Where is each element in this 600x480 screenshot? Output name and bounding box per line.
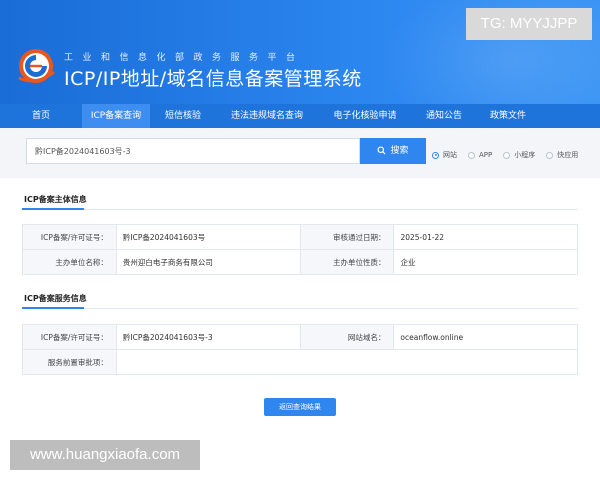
radio-dot-icon bbox=[546, 151, 554, 159]
organizer-type-value: 企业 bbox=[393, 249, 578, 275]
search-input[interactable] bbox=[26, 138, 360, 164]
organizer-type-label: 主办单位性质： bbox=[299, 249, 395, 275]
website-domain-label: 网站域名： bbox=[299, 324, 395, 350]
nav-item-home[interactable]: 首页 bbox=[0, 104, 82, 128]
nav-item-icp-query[interactable]: ICP备案查询 bbox=[82, 104, 150, 128]
radio-dot-icon bbox=[468, 151, 475, 159]
service-info-table: ICP备案/许可证号： 黔ICP备2024041603号-3 网站域名： oce… bbox=[22, 324, 579, 375]
watermark-bottom: www.huangxiaofa.com bbox=[10, 440, 200, 470]
approval-date-label: 审核通过日期： bbox=[299, 224, 395, 250]
table-row: ICP备案/许可证号： 黔ICP备2024041603号 审核通过日期： 202… bbox=[22, 224, 578, 250]
table-row: 主办单位名称： 贵州迎白电子商务有限公司 主办单位性质： 企业 bbox=[22, 249, 578, 275]
service-section-divider bbox=[22, 307, 578, 309]
subject-section-title: ICP备案主体信息 bbox=[24, 195, 87, 204]
organizer-name-label: 主办单位名称： bbox=[22, 249, 117, 275]
miit-logo-icon bbox=[18, 49, 55, 83]
radio-label: 小程序 bbox=[514, 151, 536, 159]
search-bar: 搜索 网站 APP 小程序 快应用 bbox=[0, 128, 600, 178]
query-type-options: 网站 APP 小程序 快应用 bbox=[432, 150, 589, 160]
result-panel: ICP备案主体信息 ICP备案/许可证号： 黔ICP备2024041603号 审… bbox=[0, 178, 600, 480]
radio-label: APP bbox=[479, 151, 493, 159]
organizer-name-value: 贵州迎白电子商务有限公司 bbox=[115, 249, 301, 275]
subject-section-divider bbox=[22, 208, 578, 210]
radio-app[interactable]: APP bbox=[468, 150, 492, 160]
radio-quick-app[interactable]: 快应用 bbox=[546, 150, 578, 160]
nav-item-e-verify-apply[interactable]: 电子化核验申请 bbox=[318, 104, 412, 128]
service-license-value: 黔ICP备2024041603号-3 bbox=[115, 324, 301, 350]
website-domain-value: oceanflow.online bbox=[393, 324, 578, 350]
radio-label: 网站 bbox=[443, 151, 457, 159]
watermark-top: TG: MYYJJPP bbox=[466, 8, 592, 40]
radio-dot-icon bbox=[432, 151, 439, 159]
subject-info-table: ICP备案/许可证号： 黔ICP备2024041603号 审核通过日期： 202… bbox=[22, 224, 578, 275]
nav-item-sms-verify[interactable]: 短信核验 bbox=[150, 104, 216, 128]
search-button[interactable]: 搜索 bbox=[360, 138, 426, 164]
table-row: ICP备案/许可证号： 黔ICP备2024041603号-3 网站域名： oce… bbox=[22, 324, 578, 350]
main-nav: 首页 ICP备案查询 短信核验 违法违规域名查询 电子化核验申请 通知公告 政策… bbox=[0, 104, 600, 128]
service-license-label: ICP备案/许可证号： bbox=[22, 324, 117, 350]
search-button-label: 搜索 bbox=[390, 146, 409, 156]
return-results-button[interactable]: 返回查询结果 bbox=[264, 398, 336, 416]
subject-license-label: ICP备案/许可证号： bbox=[22, 224, 117, 250]
page-title: ICP/IP地址/域名信息备案管理系统 bbox=[64, 68, 362, 90]
pre-approval-label: 服务前置审批项： bbox=[22, 349, 117, 375]
search-icon bbox=[377, 146, 386, 155]
radio-dot-icon bbox=[503, 151, 511, 159]
pre-approval-value bbox=[115, 349, 579, 375]
nav-item-policies[interactable]: 政策文件 bbox=[476, 104, 540, 128]
approval-date-value: 2025-01-22 bbox=[393, 224, 578, 250]
service-section-title: ICP备案服务信息 bbox=[24, 294, 87, 303]
radio-mini-program[interactable]: 小程序 bbox=[503, 150, 535, 160]
table-row: 服务前置审批项： bbox=[22, 349, 579, 375]
header-subtitle: 工业和信息化部政务服务平台 bbox=[64, 53, 305, 63]
nav-item-illegal-domain-query[interactable]: 违法违规域名查询 bbox=[216, 104, 318, 128]
radio-label: 快应用 bbox=[557, 151, 579, 159]
subject-license-value: 黔ICP备2024041603号 bbox=[115, 224, 301, 250]
nav-item-notices[interactable]: 通知公告 bbox=[412, 104, 476, 128]
radio-website[interactable]: 网站 bbox=[432, 150, 457, 160]
